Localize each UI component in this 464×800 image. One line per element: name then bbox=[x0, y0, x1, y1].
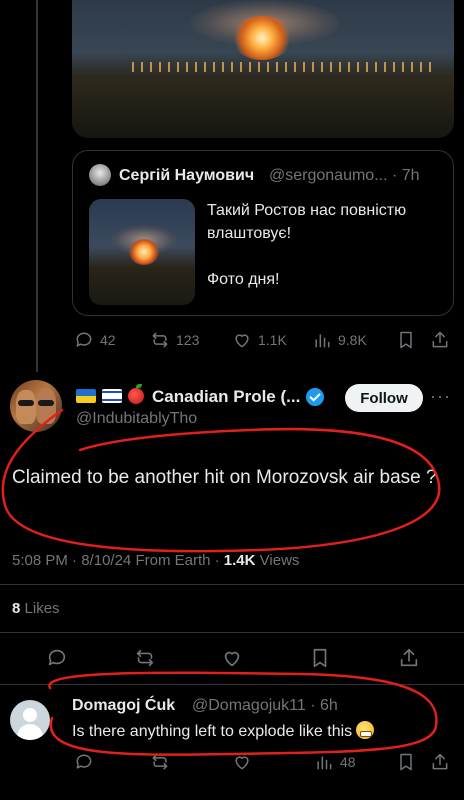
main-author-name[interactable]: Canadian Prole (... bbox=[152, 387, 300, 407]
follow-button[interactable]: Follow bbox=[345, 384, 423, 412]
repost-icon bbox=[152, 754, 168, 770]
avatar-head bbox=[23, 708, 37, 722]
reply-author-avatar[interactable] bbox=[10, 700, 50, 740]
share-icon bbox=[400, 648, 418, 667]
image-city-lights bbox=[132, 62, 432, 72]
tweet-source: From Earth bbox=[135, 552, 211, 569]
reply-views-button[interactable]: 48 bbox=[314, 752, 356, 772]
views-button[interactable]: 9.8K bbox=[312, 330, 367, 350]
author-name-emojis bbox=[76, 384, 144, 404]
like-icon bbox=[235, 756, 249, 770]
reply-repost-button[interactable] bbox=[150, 752, 170, 772]
bookmark-button[interactable] bbox=[396, 330, 416, 350]
main-author-handle[interactable]: @IndubitablyTho bbox=[76, 410, 197, 428]
reply-text: Is there anything left to explode like t… bbox=[72, 721, 375, 741]
quoted-author-handle: @sergonaumo... · 7h bbox=[269, 167, 420, 184]
main-reply-button[interactable] bbox=[46, 647, 68, 669]
thread-connector-line bbox=[36, 0, 38, 372]
bookmark-icon bbox=[313, 648, 327, 668]
reply-bookmark-button[interactable] bbox=[396, 752, 416, 772]
main-author-avatar[interactable] bbox=[10, 380, 62, 432]
reply-like-button[interactable] bbox=[232, 752, 252, 772]
views-label: Views bbox=[259, 552, 300, 569]
avatar-face-right bbox=[36, 388, 56, 424]
avatar-body bbox=[17, 724, 43, 740]
repost-button[interactable]: 123 bbox=[150, 330, 199, 350]
tweet-metadata: 5:08 PM · 8/10/24 From Earth · 1.4K View… bbox=[12, 552, 300, 569]
reply-button[interactable]: 42 bbox=[74, 330, 116, 350]
share-button[interactable] bbox=[430, 330, 450, 350]
divider bbox=[0, 584, 464, 585]
reply-count: 42 bbox=[100, 332, 116, 348]
repost-count: 123 bbox=[176, 332, 200, 348]
tweet-time[interactable]: 5:08 PM bbox=[12, 552, 68, 569]
main-repost-button[interactable] bbox=[134, 647, 156, 669]
reply-icon bbox=[76, 332, 92, 347]
like-icon bbox=[224, 651, 240, 667]
repost-icon bbox=[136, 649, 154, 667]
avatar-glasses-left bbox=[18, 400, 34, 406]
reply-views-count: 48 bbox=[340, 754, 356, 770]
main-bookmark-button[interactable] bbox=[309, 647, 331, 669]
quoted-tweet-card[interactable]: Сергій Наумович @sergonaumo... · 7h Таки… bbox=[72, 150, 454, 316]
grimace-emoji-icon bbox=[356, 721, 375, 739]
main-like-button[interactable] bbox=[221, 647, 243, 669]
like-icon bbox=[235, 334, 249, 348]
main-tweet-text: Claimed to be another hit on Morozovsk a… bbox=[12, 467, 437, 488]
thumb-explosion bbox=[129, 239, 159, 265]
main-share-button[interactable] bbox=[398, 647, 420, 669]
views-total: 1.4K bbox=[223, 552, 256, 569]
quoted-tweet-text: Такий Ростов нас повністю влаштовує! Фот… bbox=[207, 202, 407, 288]
image-explosion bbox=[232, 16, 292, 60]
verified-badge-icon bbox=[306, 388, 324, 406]
more-options-button[interactable]: ··· bbox=[430, 386, 451, 407]
share-icon bbox=[432, 753, 448, 770]
share-icon bbox=[432, 331, 448, 348]
flag-israel-icon bbox=[102, 389, 122, 403]
avatar-face-left bbox=[16, 390, 36, 424]
likes-total: 8 bbox=[12, 600, 21, 617]
quoted-author-name[interactable]: Сергій Наумович bbox=[119, 167, 254, 185]
reply-share-button[interactable] bbox=[430, 752, 450, 772]
divider bbox=[0, 684, 464, 685]
quoted-author-avatar[interactable] bbox=[89, 164, 111, 186]
quoted-media-thumbnail[interactable] bbox=[89, 199, 195, 305]
reply-reply-button[interactable] bbox=[74, 752, 94, 772]
like-button[interactable]: 1.1K bbox=[232, 330, 287, 350]
reply-author-handle: @Domagojuk11 · 6h bbox=[192, 697, 338, 714]
like-count: 1.1K bbox=[258, 332, 287, 348]
views-count: 9.8K bbox=[338, 332, 367, 348]
apple-icon bbox=[128, 384, 144, 404]
reply-icon bbox=[48, 649, 66, 666]
bookmark-icon bbox=[400, 753, 412, 771]
reply-author-name[interactable]: Domagoj Ćuk bbox=[72, 697, 175, 715]
image-field bbox=[72, 78, 454, 138]
bookmark-icon bbox=[400, 331, 412, 349]
divider bbox=[0, 632, 464, 633]
views-icon bbox=[315, 334, 330, 348]
flag-ukraine-icon bbox=[76, 389, 96, 403]
tweet-date[interactable]: 8/10/24 bbox=[81, 552, 131, 569]
likes-label: Likes bbox=[24, 600, 60, 617]
reply-icon bbox=[76, 754, 92, 769]
repost-icon bbox=[152, 332, 168, 348]
tweet-media-image[interactable] bbox=[72, 0, 454, 138]
likes-summary[interactable]: 8 Likes bbox=[12, 600, 60, 617]
views-icon bbox=[317, 756, 332, 770]
avatar-glasses-right bbox=[38, 400, 54, 406]
